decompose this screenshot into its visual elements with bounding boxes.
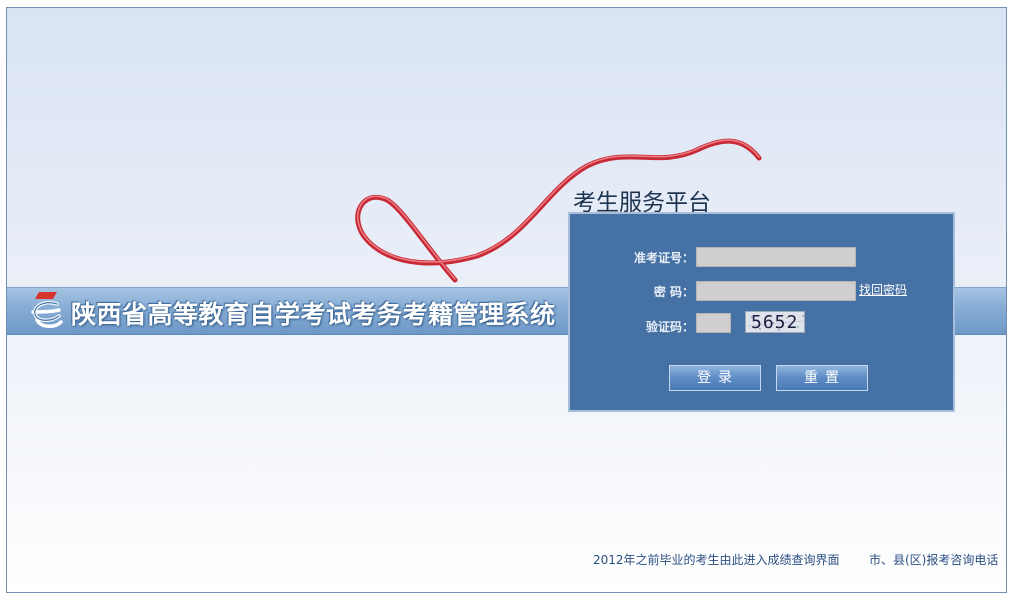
admission-number-label: 准考证号： [633,251,694,265]
score-query-link[interactable]: 2012年之前毕业的考生由此进入成绩查询界面 [593,551,840,568]
consult-phone-link[interactable]: 市、县(区)报考咨询电话 [869,551,998,568]
find-password-link[interactable]: 找回密码 [859,281,907,298]
login-panel: 准考证号： 密 码： 找回密码 验证码： 5652 登录 重置 [568,212,955,412]
password-label: 密 码： [653,285,694,299]
captcha-label: 验证码： [645,320,694,334]
page-frame: 陕西省高等教育自学考试考务考籍管理系统 考生服务平台 准考证号： 密 码： 找回… [6,7,1007,593]
system-title: 陕西省高等教育自学考试考务考籍管理系统 [71,300,556,329]
password-input[interactable] [696,281,856,301]
reset-button[interactable]: 重置 [776,365,868,391]
shaanxi-education-logo-icon [31,292,63,328]
admission-number-input[interactable] [696,247,856,267]
login-button[interactable]: 登录 [669,365,761,391]
captcha-image[interactable]: 5652 [745,311,805,333]
captcha-input[interactable] [696,313,731,333]
captcha-text: 5652 [751,312,799,333]
